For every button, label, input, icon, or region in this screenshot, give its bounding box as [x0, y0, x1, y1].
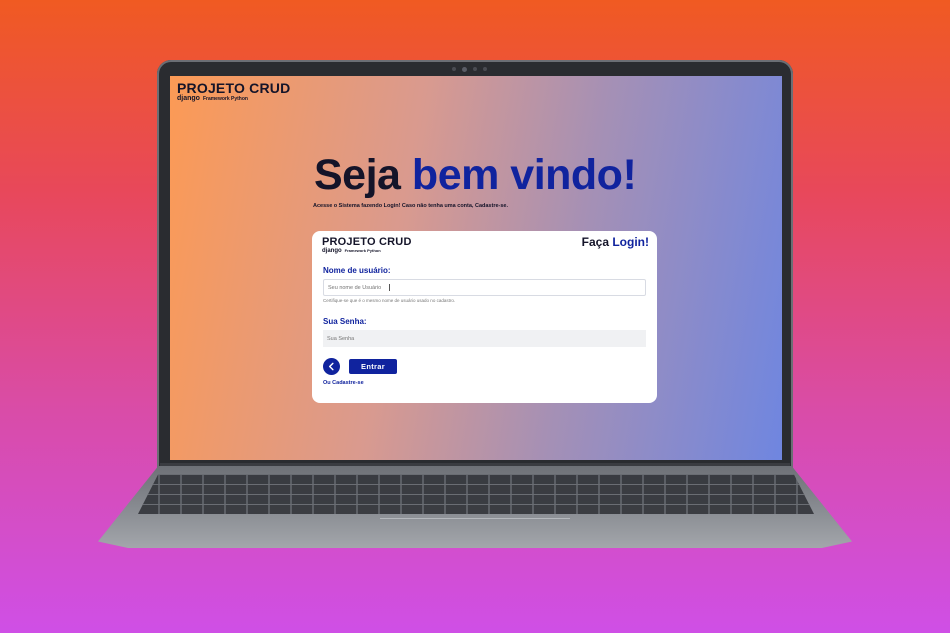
logo-django: django	[177, 95, 200, 102]
hero-title-part2: bem vindo!	[411, 151, 637, 199]
card-logo-title: PROJETO CRUD	[322, 236, 412, 248]
username-input[interactable]	[323, 279, 646, 296]
webcam-lens	[461, 66, 467, 72]
card-logo-django: django	[322, 248, 342, 254]
hero-description: Acesse o Sistema fazendo Login! Caso não…	[313, 203, 508, 209]
login-card: PROJETO CRUD django Framework Python Faç…	[312, 231, 657, 403]
card-logo-subtitle: django Framework Python	[322, 248, 412, 254]
login-heading: Faça Login!	[582, 235, 649, 249]
webcam	[430, 65, 508, 73]
signup-link[interactable]: Ou Cadastre-se	[323, 380, 364, 386]
hero-title-part1: Seja	[314, 151, 401, 199]
card-logo: PROJETO CRUD django Framework Python	[322, 236, 412, 254]
logo-subtitle: django Framework Python	[177, 95, 290, 102]
webcam-sensor	[472, 67, 477, 71]
laptop-screen: PROJETO CRUD django Framework Python Sej…	[170, 76, 782, 460]
username-hint: Certifique-se que é o mesmo nome de usuá…	[323, 298, 456, 303]
touchpad	[380, 518, 570, 542]
keyboard-rows	[138, 474, 814, 514]
back-button[interactable]	[323, 358, 340, 375]
login-submit-button[interactable]: Entrar	[349, 359, 397, 374]
text-cursor-icon	[389, 284, 391, 291]
webcam-sensor	[451, 67, 456, 71]
password-input[interactable]	[323, 330, 646, 347]
chevron-left-icon	[328, 362, 334, 371]
hero-title: Seja bem vindo!	[314, 151, 637, 199]
webcam-sensor	[482, 67, 487, 71]
card-logo-framework: Framework Python	[344, 248, 381, 253]
app-logo[interactable]: PROJETO CRUD django Framework Python	[177, 81, 290, 102]
login-heading-part2: Login!	[612, 235, 649, 249]
password-label: Sua Senha:	[323, 317, 367, 326]
login-heading-part1: Faça	[581, 235, 609, 249]
logo-framework: Framework Python	[202, 96, 248, 102]
logo-title: PROJETO CRUD	[177, 80, 291, 96]
username-label: Nome de usuário:	[323, 266, 391, 275]
